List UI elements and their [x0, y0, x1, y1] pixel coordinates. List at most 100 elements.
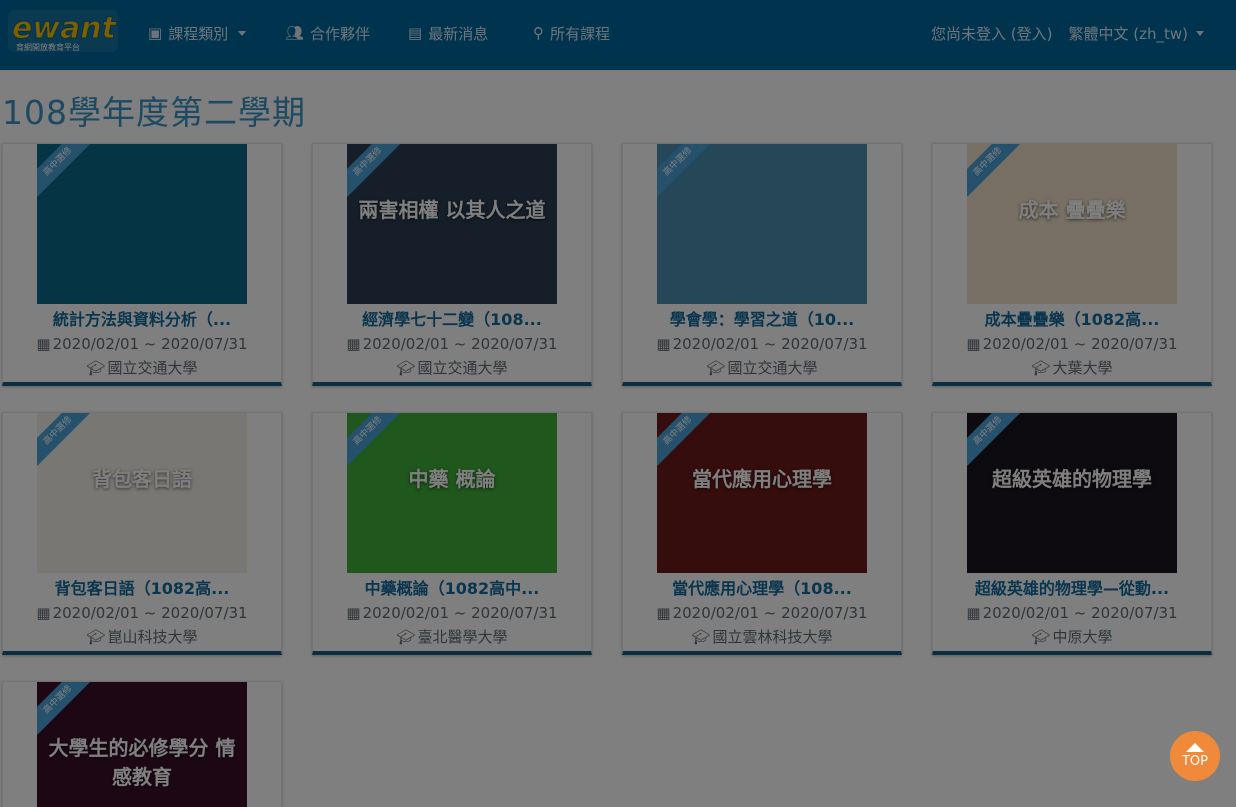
thumbnail-caption: 兩害相權 以其人之道: [358, 198, 546, 222]
course-thumbnail[interactable]: 高中選修 中藥 概論: [347, 413, 557, 573]
course-thumbnail[interactable]: 高中選修 超級英雄的物理學: [967, 413, 1177, 573]
course-date-text: 2020/02/01 ~ 2020/07/31: [672, 604, 868, 622]
elective-ribbon: 高中選修: [37, 144, 93, 197]
course-school-text: 國立交通大學: [417, 359, 508, 377]
graduation-cap-icon: 🎓︎: [1031, 628, 1051, 646]
course-school: 🎓︎ 大葉大學: [933, 356, 1211, 380]
course-title[interactable]: 中藥概論（1082高中...: [313, 577, 591, 601]
course-title[interactable]: 經濟學七十二變（108...: [313, 308, 591, 332]
newspaper-icon: ▤: [408, 24, 423, 42]
course-school-text: 崑山科技大學: [107, 628, 198, 646]
arrow-up-icon: [1186, 743, 1204, 752]
search-icon: ⚲: [533, 24, 544, 42]
course-date: ▦ 2020/02/01 ~ 2020/07/31: [623, 332, 901, 356]
calendar-icon: ▦: [36, 335, 51, 353]
course-school: 🎓︎ 國立交通大學: [623, 356, 901, 380]
graduation-cap-icon: 🎓︎: [706, 359, 726, 377]
thumbnail-caption: 超級英雄的物理學: [992, 467, 1152, 491]
course-card[interactable]: 高中選修 兩害相權 以其人之道 經濟學七十二變（108... ▦ 2020/02/01 …: [312, 143, 592, 386]
course-date: ▦ 2020/02/01 ~ 2020/07/31: [313, 332, 591, 356]
course-thumbnail[interactable]: 高中選修 大學生的必修學分 情感教育: [37, 682, 247, 807]
course-title[interactable]: 成本疊疊樂（1082高...: [933, 308, 1211, 332]
course-title[interactable]: 超級英雄的物理學—從動...: [933, 577, 1211, 601]
course-thumbnail[interactable]: 高中選修: [657, 144, 867, 304]
graduation-cap-icon: 🎓︎: [86, 628, 106, 646]
course-school: 🎓︎ 中原大學: [933, 625, 1211, 649]
course-school-text: 國立雲林科技大學: [712, 628, 833, 646]
course-school-text: 中原大學: [1052, 628, 1113, 646]
course-date-text: 2020/02/01 ~ 2020/07/31: [362, 604, 558, 622]
course-date: ▦ 2020/02/01 ~ 2020/07/31: [3, 332, 281, 356]
calendar-icon: ▦: [346, 604, 361, 622]
elective-ribbon: 高中選修: [657, 413, 713, 466]
graduation-cap-icon: 🎓︎: [396, 628, 416, 646]
course-school: 🎓︎ 國立雲林科技大學: [623, 625, 901, 649]
archive-icon: ▣: [148, 24, 163, 42]
course-card[interactable]: 高中選修 大學生的必修學分 情感教育: [2, 681, 282, 807]
course-card[interactable]: 高中選修 當代應用心理學當代應用心理學（108... ▦ 2020/02/01 ~ 2…: [622, 412, 902, 655]
course-date-text: 2020/02/01 ~ 2020/07/31: [982, 604, 1178, 622]
course-title[interactable]: 學會學：學習之道（10...: [623, 308, 901, 332]
course-date-text: 2020/02/01 ~ 2020/07/31: [362, 335, 558, 353]
course-date: ▦ 2020/02/01 ~ 2020/07/31: [3, 601, 281, 625]
page-title: 108學年度第二學期: [2, 93, 306, 132]
calendar-icon: ▦: [966, 335, 981, 353]
login-link[interactable]: 您尚未登入 (登入): [931, 23, 1052, 44]
graduation-cap-icon: 🎓︎: [691, 628, 711, 646]
nav-partners[interactable]: 👥︎ 合作夥伴: [285, 21, 370, 45]
course-school-text: 臺北醫學大學: [417, 628, 508, 646]
course-thumbnail[interactable]: 高中選修 當代應用心理學: [657, 413, 867, 573]
elective-ribbon: 高中選修: [967, 144, 1023, 197]
course-school: 🎓︎ 崑山科技大學: [3, 625, 281, 649]
nav-user-area: 您尚未登入 (登入) 繁體中文 (zh_tw): [923, 21, 1204, 45]
course-card[interactable]: 高中選修統計方法與資料分析（... ▦ 2020/02/01 ~ 2020/07/3…: [2, 143, 282, 386]
course-thumbnail[interactable]: 高中選修 兩害相權 以其人之道: [347, 144, 557, 304]
calendar-icon: ▦: [36, 604, 51, 622]
course-school: 🎓︎ 國立交通大學: [313, 356, 591, 380]
language-menu[interactable]: 繁體中文 (zh_tw): [1060, 23, 1204, 44]
course-school: 🎓︎ 國立交通大學: [3, 356, 281, 380]
nav-all-courses[interactable]: ⚲ 所有課程: [533, 21, 610, 45]
users-icon: 👥︎: [285, 24, 305, 42]
back-to-top-button[interactable]: TOP: [1170, 731, 1220, 781]
chevron-down-icon: [238, 30, 247, 36]
elective-ribbon: 高中選修: [37, 413, 93, 466]
thumbnail-caption: 當代應用心理學: [692, 467, 832, 491]
course-date-text: 2020/02/01 ~ 2020/07/31: [52, 604, 248, 622]
thumbnail-caption: 背包客日語: [92, 467, 192, 491]
calendar-icon: ▦: [966, 604, 981, 622]
thumbnail-caption: 成本 疊疊樂: [1018, 198, 1126, 222]
graduation-cap-icon: 🎓︎: [86, 359, 106, 377]
course-card[interactable]: 高中選修學會學：學習之道（10... ▦ 2020/02/01 ~ 2020/07/…: [622, 143, 902, 386]
course-title[interactable]: 當代應用心理學（108...: [623, 577, 901, 601]
calendar-icon: ▦: [346, 335, 361, 353]
course-date: ▦ 2020/02/01 ~ 2020/07/31: [933, 601, 1211, 625]
calendar-icon: ▦: [656, 604, 671, 622]
calendar-icon: ▦: [656, 335, 671, 353]
course-card[interactable]: 高中選修 超級英雄的物理學 超級英雄的物理學—從動... ▦ 2020/02/01 ~ …: [932, 412, 1212, 655]
graduation-cap-icon: 🎓︎: [1031, 359, 1051, 377]
course-card[interactable]: 高中選修 成本 疊疊樂成本疊疊樂（1082高... ▦ 2020/02/01 ~ 20…: [932, 143, 1212, 386]
graduation-cap-icon: 🎓︎: [396, 359, 416, 377]
course-card[interactable]: 高中選修 背包客日語 背包客日語（1082高... ▦ 2020/02/01 ~ 202…: [2, 412, 282, 655]
top-navbar: ewant 育網開放教育平台 ▣ 課程類別 👥︎ 合作夥伴 ▤ 最新消息 ⚲ 所…: [0, 0, 1236, 70]
course-thumbnail[interactable]: 高中選修 背包客日語: [37, 413, 247, 573]
course-school: 🎓︎ 臺北醫學大學: [313, 625, 591, 649]
course-date: ▦ 2020/02/01 ~ 2020/07/31: [313, 601, 591, 625]
nav-news[interactable]: ▤ 最新消息: [408, 21, 488, 45]
course-thumbnail[interactable]: 高中選修 成本 疊疊樂: [967, 144, 1177, 304]
nav-course-category[interactable]: ▣ 課程類別: [148, 21, 247, 45]
logo-subtitle: 育網開放教育平台: [16, 42, 80, 52]
elective-ribbon: 高中選修: [347, 144, 403, 197]
ewant-logo[interactable]: ewant 育網開放教育平台: [8, 8, 120, 54]
course-title[interactable]: 統計方法與資料分析（...: [3, 308, 281, 332]
course-thumbnail[interactable]: 高中選修: [37, 144, 247, 304]
thumbnail-caption: 大學生的必修學分 情感教育: [48, 736, 236, 789]
course-title[interactable]: 背包客日語（1082高...: [3, 577, 281, 601]
course-date: ▦ 2020/02/01 ~ 2020/07/31: [933, 332, 1211, 356]
thumbnail-caption: 中藥 概論: [408, 467, 496, 491]
chevron-down-icon: [1196, 30, 1204, 36]
course-school-text: 國立交通大學: [727, 359, 818, 377]
course-card[interactable]: 高中選修 中藥 概論 中藥概論（1082高中... ▦ 2020/02/01 ~ 202…: [312, 412, 592, 655]
elective-ribbon: 高中選修: [657, 144, 713, 197]
